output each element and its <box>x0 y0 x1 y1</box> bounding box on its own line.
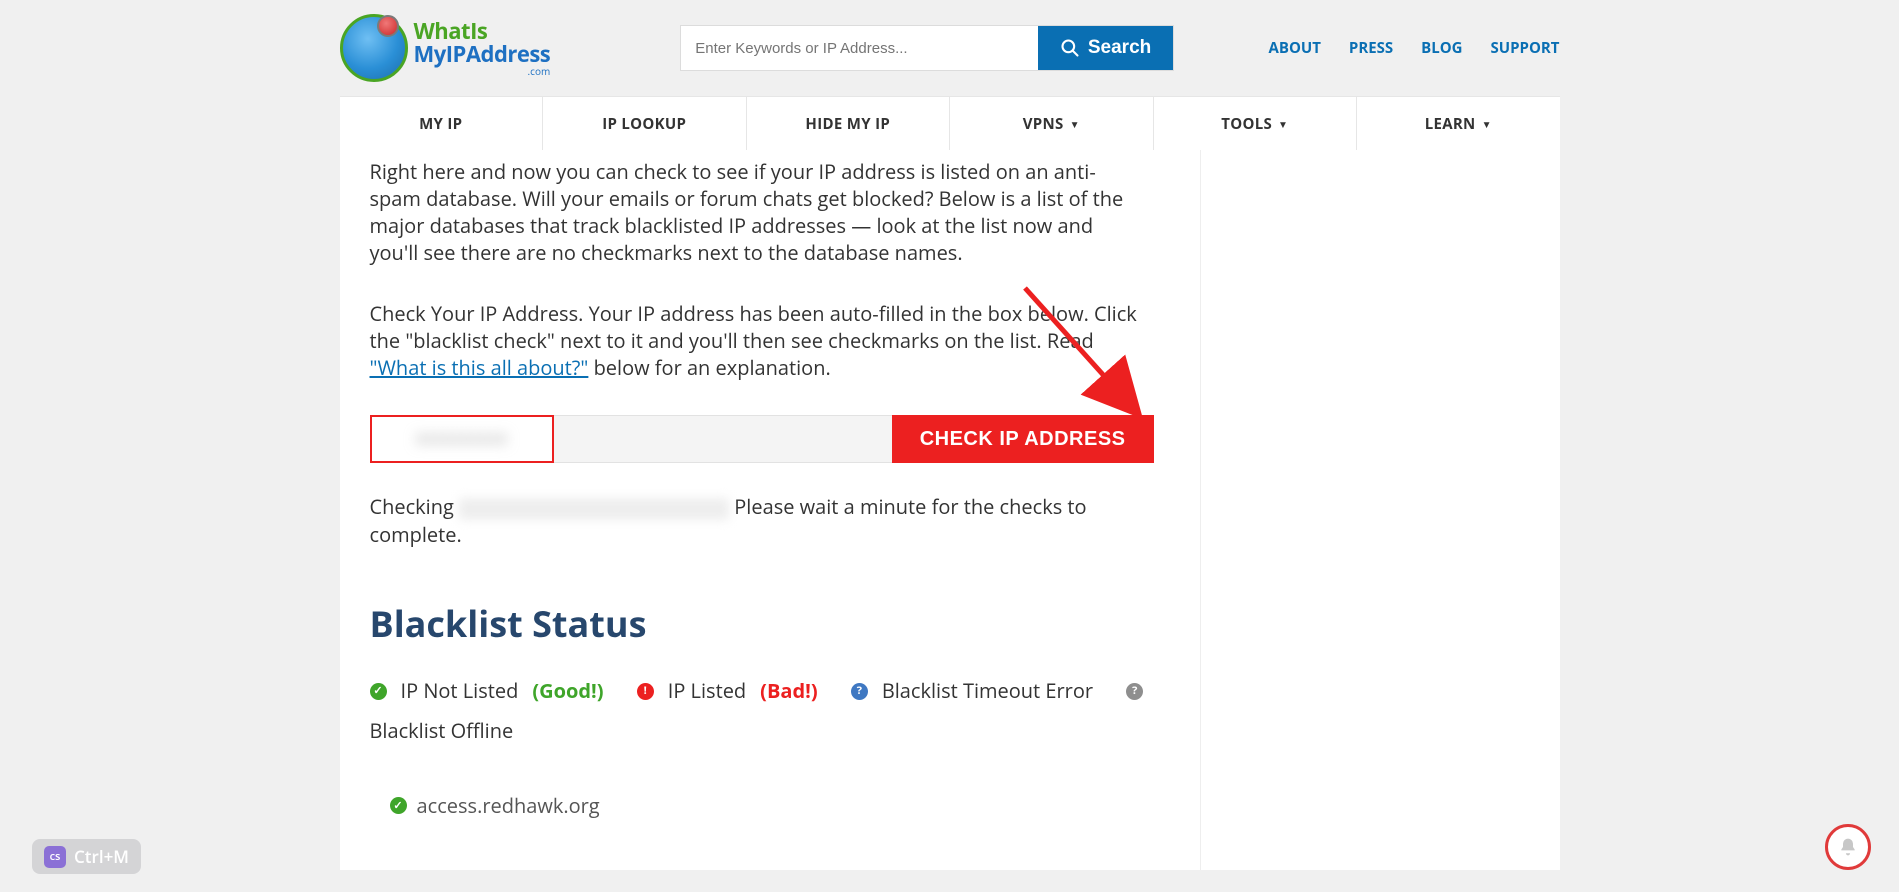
nav-label: MY IP <box>419 114 462 134</box>
blacklist-status-heading: Blacklist Status <box>370 599 1160 648</box>
chevron-down-icon: ▼ <box>1482 117 1492 131</box>
alert-icon: ! <box>637 683 654 700</box>
text: Checking <box>370 493 460 520</box>
globe-icon <box>340 14 408 82</box>
logo-text: WhatIs MyIPAddress .com <box>414 20 551 77</box>
result-host: access.redhawk.org <box>417 792 600 819</box>
notification-button[interactable] <box>1825 824 1871 870</box>
search-input[interactable] <box>681 26 1038 70</box>
intro-paragraph: Right here and now you can check to see … <box>370 158 1140 266</box>
header-links: ABOUT PRESS BLOG SUPPORT <box>1269 38 1560 58</box>
app-icon: cs <box>44 846 66 868</box>
nav-tools[interactable]: TOOLS ▼ <box>1154 97 1358 150</box>
pin-icon <box>377 15 399 37</box>
legend-listed: IP Listed <box>668 676 746 706</box>
link-blog[interactable]: BLOG <box>1421 38 1462 58</box>
shortcut-label: Ctrl+M <box>74 845 129 868</box>
question-icon: ? <box>1126 683 1143 700</box>
link-about[interactable]: ABOUT <box>1269 38 1321 58</box>
search-form: Search <box>680 25 1174 71</box>
search-button[interactable]: Search <box>1038 26 1173 70</box>
shortcut-widget[interactable]: cs Ctrl+M <box>32 839 141 874</box>
nav-hide-my-ip[interactable]: HIDE MY IP <box>747 97 951 150</box>
nav-label: IP LOOKUP <box>602 114 686 134</box>
text: Check Your IP Address. Your IP address h… <box>370 300 1137 354</box>
nav-my-ip[interactable]: MY IP <box>340 97 544 150</box>
nav-label: VPNS <box>1023 114 1064 134</box>
link-support[interactable]: SUPPORT <box>1491 38 1560 58</box>
ip-input[interactable]: XXXXXXXXXX <box>370 415 554 463</box>
chevron-down-icon: ▼ <box>1278 117 1288 131</box>
question-icon: ? <box>851 683 868 700</box>
search-button-label: Search <box>1088 37 1151 59</box>
logo[interactable]: WhatIs MyIPAddress .com <box>340 14 551 82</box>
check-instructions: Check Your IP Address. Your IP address h… <box>370 300 1140 381</box>
nav-label: HIDE MY IP <box>805 114 890 134</box>
nav-label: LEARN <box>1425 114 1476 134</box>
sidebar <box>1200 150 1560 870</box>
article-content: Right here and now you can check to see … <box>340 150 1160 870</box>
checking-status: Checking Please wait a minute for the ch… <box>370 493 1110 549</box>
logo-line2: MyIPAddress <box>414 43 551 66</box>
ip-input-extension <box>554 415 892 463</box>
blacklist-result-item: ✓ access.redhawk.org <box>390 792 1160 819</box>
link-press[interactable]: PRESS <box>1349 38 1393 58</box>
nav-ip-lookup[interactable]: IP LOOKUP <box>543 97 747 150</box>
legend-bad-tag: (Bad!) <box>760 676 817 706</box>
chevron-down-icon: ▼ <box>1070 117 1080 131</box>
legend-not-listed: IP Not Listed <box>401 676 519 706</box>
nav-label: TOOLS <box>1221 114 1272 134</box>
bell-icon <box>1838 837 1858 857</box>
nav-vpns[interactable]: VPNS ▼ <box>950 97 1154 150</box>
legend-timeout: Blacklist Timeout Error <box>882 676 1093 706</box>
legend-offline: Blacklist Offline <box>370 716 514 746</box>
main-nav: MY IP IP LOOKUP HIDE MY IP VPNS▼ TOOLS▼ … <box>340 96 1560 150</box>
check-icon: ✓ <box>390 797 407 814</box>
what-is-this-link[interactable]: "What is this all about?" <box>370 354 589 381</box>
search-icon <box>1060 38 1080 58</box>
ip-check-row: XXXXXXXXXX CHECK IP ADDRESS <box>370 415 1154 463</box>
status-legend: ✓ IP Not Listed (Good!) ! IP Listed (Bad… <box>370 676 1160 746</box>
site-header: WhatIs MyIPAddress .com Search ABOUT PRE… <box>340 0 1560 96</box>
text: below for an explanation. <box>588 354 830 381</box>
main-content-row: Right here and now you can check to see … <box>340 150 1560 870</box>
check-icon: ✓ <box>370 683 387 700</box>
legend-good-tag: (Good!) <box>532 676 603 706</box>
checking-ip-redacted <box>459 498 729 520</box>
check-ip-button[interactable]: CHECK IP ADDRESS <box>892 415 1154 463</box>
nav-learn[interactable]: LEARN ▼ <box>1357 97 1560 150</box>
